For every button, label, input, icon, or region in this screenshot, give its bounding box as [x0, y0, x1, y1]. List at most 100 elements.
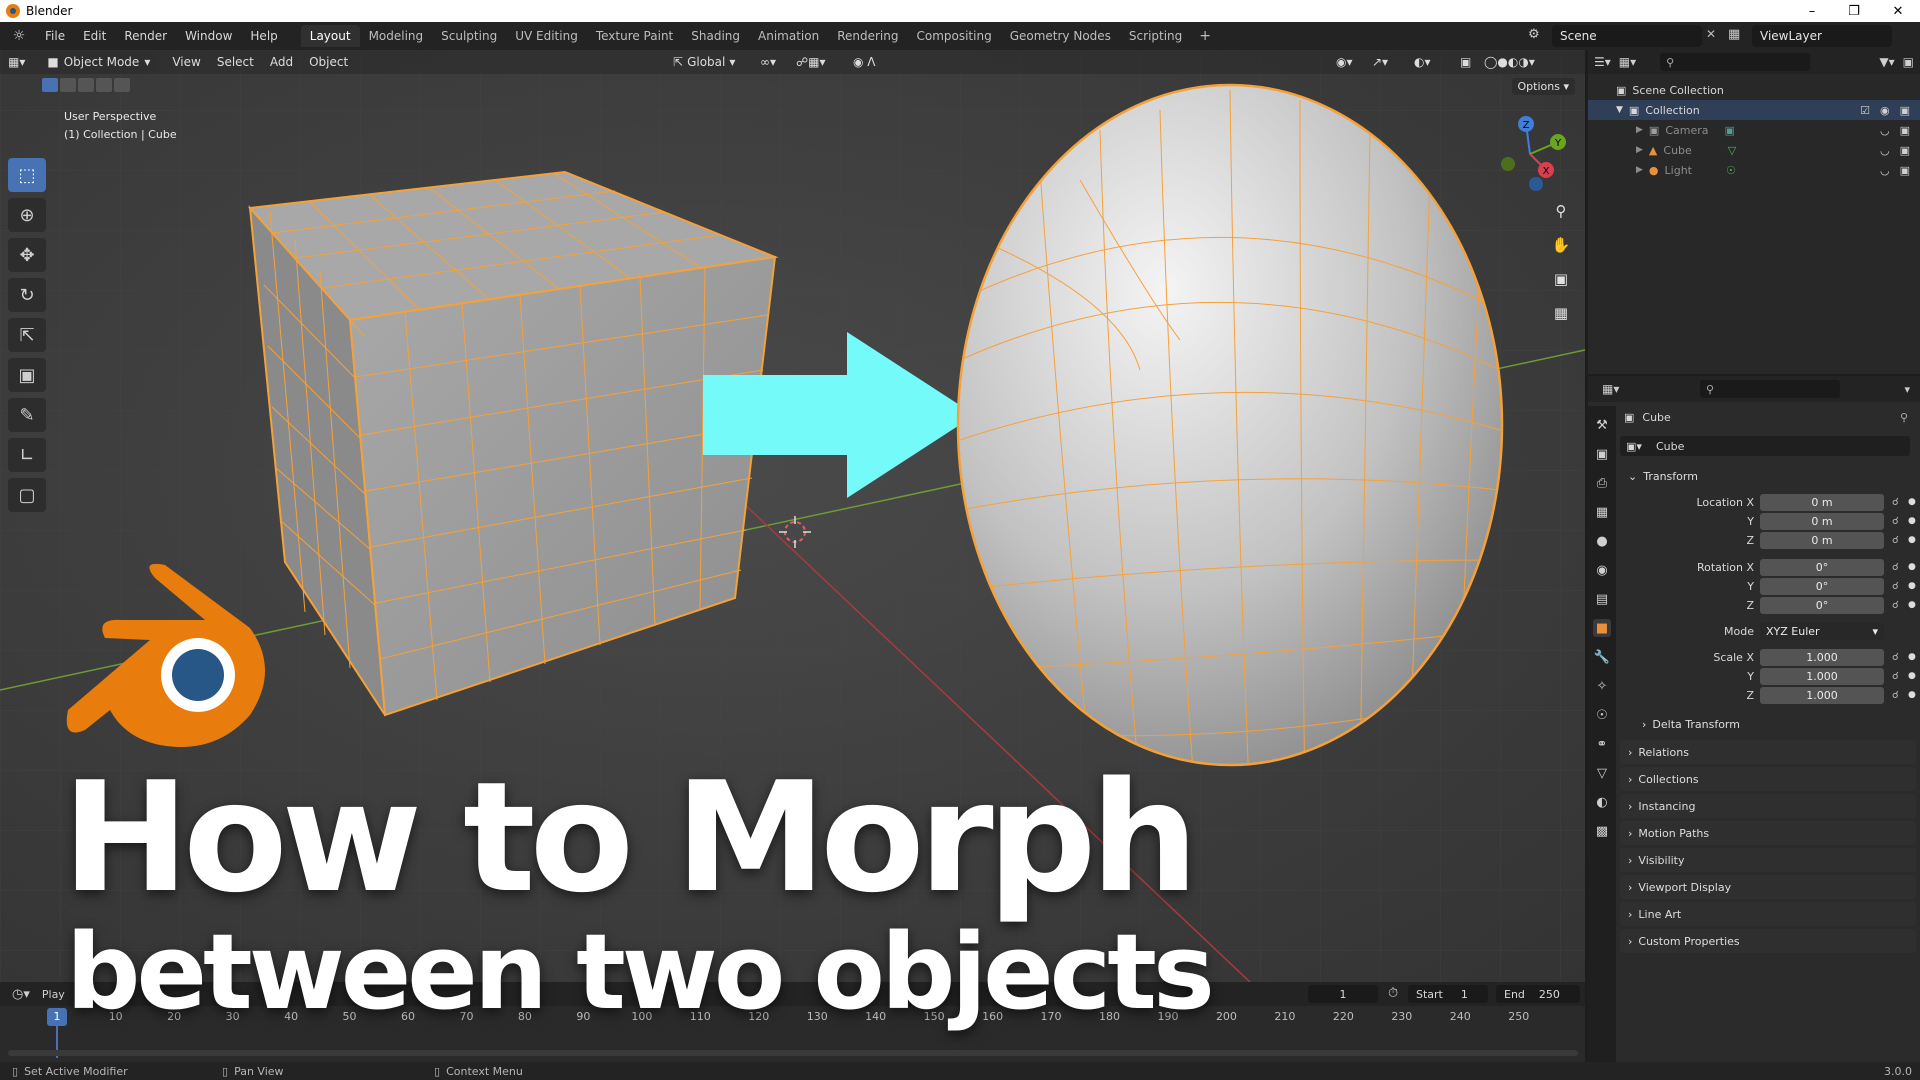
- modifier-tab-icon[interactable]: 🔧: [1593, 648, 1611, 666]
- keyframe-dot-icon[interactable]: ●: [1908, 652, 1916, 662]
- select-new-icon[interactable]: [42, 78, 58, 92]
- pin-icon[interactable]: ⚲: [1900, 411, 1908, 424]
- eye-closed-icon[interactable]: ◡: [1880, 164, 1890, 177]
- tab-layout[interactable]: Layout: [300, 25, 360, 47]
- measure-tool-icon[interactable]: ∟: [8, 438, 46, 472]
- display-mode-icon[interactable]: ▦▾: [1619, 55, 1636, 69]
- tab-rendering[interactable]: Rendering: [828, 25, 907, 47]
- zoom-icon[interactable]: ⚲: [1548, 198, 1574, 224]
- start-frame-field[interactable]: Start 1: [1408, 985, 1488, 1003]
- timeline-editor-icon[interactable]: ◷▾: [12, 987, 30, 1002]
- rotation-mode-select[interactable]: XYZ Euler ▾: [1760, 622, 1884, 640]
- panel-instancing[interactable]: › Instancing: [1620, 794, 1916, 818]
- pan-hand-icon[interactable]: ✋: [1548, 232, 1574, 258]
- lock-icon[interactable]: ☌: [1892, 690, 1899, 701]
- end-frame-field[interactable]: End 250: [1496, 985, 1580, 1003]
- data-tab-icon[interactable]: ▽: [1593, 764, 1611, 782]
- lock-icon[interactable]: ☌: [1892, 581, 1899, 592]
- viewport-menu-object[interactable]: Object: [301, 50, 356, 74]
- shading-modes-icon[interactable]: ◯●◐◑▾: [1476, 50, 1543, 74]
- world-tab-icon[interactable]: ◉: [1593, 561, 1611, 579]
- lock-icon[interactable]: ☌: [1892, 562, 1899, 573]
- render-camera-icon[interactable]: ▣: [1900, 164, 1910, 177]
- mode-selector[interactable]: ■ Object Mode ▾: [33, 53, 164, 71]
- location-x-field[interactable]: 0 m: [1760, 493, 1884, 511]
- minimize-icon[interactable]: –: [1790, 0, 1834, 22]
- move-tool-icon[interactable]: ✥: [8, 238, 46, 272]
- transform-panel-header[interactable]: ⌄ Transform: [1620, 464, 1916, 488]
- constraints-tab-icon[interactable]: ⚭: [1593, 735, 1611, 753]
- menu-window[interactable]: Window: [176, 22, 241, 50]
- playhead-frame[interactable]: 1: [47, 1008, 67, 1026]
- proportional-edit-icon[interactable]: ◉ Λ: [845, 50, 884, 74]
- panel-viewport-display[interactable]: › Viewport Display: [1620, 875, 1916, 899]
- panel-motion-paths[interactable]: › Motion Paths: [1620, 821, 1916, 845]
- viewport-menu-add[interactable]: Add: [262, 50, 301, 74]
- location-z-field[interactable]: 0 m: [1760, 531, 1884, 549]
- view-layer-icon[interactable]: ▦: [1728, 27, 1740, 42]
- gizmo-toggle-icon[interactable]: ↗▾: [1364, 50, 1396, 74]
- pivot-icon[interactable]: ∞▾: [752, 50, 784, 74]
- filter-icon[interactable]: ▼▾: [1879, 55, 1894, 69]
- panel-custom-properties[interactable]: › Custom Properties: [1620, 929, 1916, 953]
- options-button[interactable]: Options ▾: [1511, 78, 1575, 95]
- object-name-field[interactable]: ▣▾ Cube: [1620, 436, 1910, 456]
- orientation-selector[interactable]: ⇱ Global ▾: [665, 50, 743, 74]
- select-extend-icon[interactable]: [60, 78, 76, 92]
- menu-file[interactable]: File: [36, 22, 74, 50]
- keyframe-dot-icon[interactable]: ●: [1908, 600, 1916, 610]
- render-camera-icon[interactable]: ▣: [1900, 124, 1910, 137]
- restore-icon[interactable]: ❐: [1832, 0, 1876, 22]
- tool-tab-icon[interactable]: ⚒: [1593, 416, 1611, 434]
- view-layer-selector[interactable]: ViewLayer: [1752, 25, 1892, 47]
- expand-arrow-icon[interactable]: ▶: [1636, 125, 1643, 135]
- scale-x-field[interactable]: 1.000: [1760, 648, 1884, 666]
- material-tab-icon[interactable]: ◐: [1593, 793, 1611, 811]
- menu-render[interactable]: Render: [115, 22, 176, 50]
- current-frame-field[interactable]: 1: [1308, 985, 1378, 1003]
- lock-icon[interactable]: ☌: [1892, 671, 1899, 682]
- tab-modeling[interactable]: Modeling: [360, 25, 433, 47]
- properties-search-input[interactable]: ⚲: [1700, 380, 1840, 398]
- annotate-tool-icon[interactable]: ✎: [8, 398, 46, 432]
- keyframe-dot-icon[interactable]: ●: [1908, 562, 1916, 572]
- rotate-tool-icon[interactable]: ↻: [8, 278, 46, 312]
- scale-y-field[interactable]: 1.000: [1760, 667, 1884, 685]
- select-invert-icon[interactable]: [96, 78, 112, 92]
- rotation-y-field[interactable]: 0°: [1760, 577, 1884, 595]
- camera-view-icon[interactable]: ▣: [1548, 266, 1574, 292]
- outliner-editor-icon[interactable]: ☰▾: [1594, 55, 1611, 69]
- navigation-gizmo[interactable]: Z Y X: [1490, 112, 1570, 192]
- tab-shading[interactable]: Shading: [682, 25, 749, 47]
- texture-tab-icon[interactable]: ▩: [1593, 822, 1611, 840]
- outliner-scene-collection[interactable]: ▣ Scene Collection: [1588, 80, 1920, 100]
- tab-geometry-nodes[interactable]: Geometry Nodes: [1001, 25, 1120, 47]
- viewport-menu-view[interactable]: View: [164, 50, 208, 74]
- gizmo-neg-z[interactable]: [1529, 177, 1543, 191]
- expand-arrow-icon[interactable]: ▶: [1636, 145, 1643, 155]
- checkbox-icon[interactable]: ☑: [1860, 104, 1870, 117]
- keyframe-dot-icon[interactable]: ●: [1908, 535, 1916, 545]
- keyframe-dot-icon[interactable]: ●: [1908, 690, 1916, 700]
- render-camera-icon[interactable]: ▣: [1900, 144, 1910, 157]
- select-box-icon[interactable]: ⬚: [8, 158, 46, 192]
- tab-compositing[interactable]: Compositing: [907, 25, 1000, 47]
- viewport-menu-select[interactable]: Select: [209, 50, 262, 74]
- keyframe-dot-icon[interactable]: ●: [1908, 497, 1916, 507]
- expand-arrow-icon[interactable]: ▶: [1636, 165, 1643, 175]
- menu-help[interactable]: Help: [241, 22, 286, 50]
- select-intersect-icon[interactable]: [114, 78, 130, 92]
- overlays-icon[interactable]: ◐▾: [1406, 50, 1439, 74]
- scale-z-field[interactable]: 1.000: [1760, 686, 1884, 704]
- rotation-z-field[interactable]: 0°: [1760, 596, 1884, 614]
- tab-uv-editing[interactable]: UV Editing: [506, 25, 587, 47]
- tab-scripting[interactable]: Scripting: [1120, 25, 1191, 47]
- scene-icon[interactable]: ⚙: [1528, 27, 1540, 42]
- panel-line-art[interactable]: › Line Art: [1620, 902, 1916, 926]
- collection-tab-icon[interactable]: ▤: [1593, 590, 1611, 608]
- output-tab-icon[interactable]: ⎙: [1593, 474, 1611, 492]
- eye-icon[interactable]: ◉: [1880, 104, 1890, 117]
- tab-sculpting[interactable]: Sculpting: [432, 25, 506, 47]
- chevron-down-icon[interactable]: ▾: [1904, 383, 1910, 396]
- outliner-item-light[interactable]: ▶ ● Light ☉ ◡ ▣: [1588, 160, 1920, 180]
